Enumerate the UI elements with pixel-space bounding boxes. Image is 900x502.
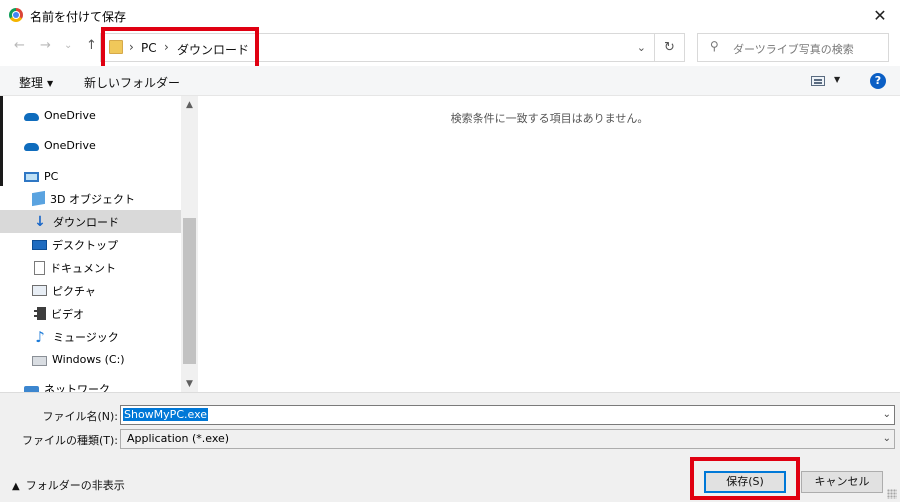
resize-grip[interactable] [887,489,897,499]
filetype-value: Application (*.exe) [127,432,230,445]
sidebar-item-network[interactable]: ネットワーク [0,377,181,392]
up-button[interactable]: ↑ [86,38,97,53]
pictures-icon [32,285,47,296]
organize-button[interactable]: 整理 ▼ [19,74,53,91]
sidebar-item-label: ミュージック [53,330,119,344]
sidebar-item-label: OneDrive [44,109,96,122]
pc-icon [24,171,39,182]
sidebar-item-label: 3D オブジェクト [50,192,135,206]
recent-locations-button[interactable]: ⌄ [64,40,72,51]
hide-folders-label: フォルダーの非表示 [25,479,125,492]
window-title: 名前を付けて保存 [30,10,127,24]
chevron-down-icon[interactable]: ⌄ [883,430,891,448]
sidebar-item-label: ダウンロード [53,215,119,229]
drive-icon [32,355,47,366]
title-bar: 名前を付けて保存 ✕ [0,0,900,30]
hide-folders-button[interactable]: ▲ フォルダーの非表示 [12,477,125,493]
navigation-bar: ← → ⌄ ↑ › PC › ダウンロード ⌄ ↻ ⚲ ダーツライブ写真の検索 [0,30,900,64]
save-button[interactable]: 保存(S) [704,471,786,493]
organize-label: 整理 [19,76,44,90]
forward-button[interactable]: → [40,38,51,53]
sidebar-item-windows-c[interactable]: Windows (C:) [0,348,181,371]
navigation-pane[interactable]: OneDrive OneDrive PC 3D オブジェクト ↓ ダウンロード … [0,96,198,392]
breadcrumb-downloads[interactable]: ダウンロード [177,41,249,58]
sidebar-item-pc[interactable]: PC [0,165,181,188]
back-button[interactable]: ← [14,38,25,53]
search-box[interactable]: ⚲ ダーツライブ写真の検索 [697,33,889,62]
close-button[interactable]: ✕ [860,0,900,30]
desktop-icon [32,239,47,250]
filename-input[interactable]: ShowMyPC.exe ⌄ [120,405,895,425]
scrollbar-thumb[interactable] [183,218,196,364]
sidebar-item-label: ビデオ [51,307,84,321]
filetype-label: ファイルの種類(T): [21,434,118,447]
3d-objects-icon [32,190,45,207]
sidebar-item-onedrive-2[interactable]: OneDrive [0,134,181,157]
file-list[interactable]: 検索条件に一致する項目はありません。 [199,96,900,392]
filename-label: ファイル名(N): [42,410,118,423]
document-icon [34,260,45,275]
caret-down-icon[interactable]: ▼ [834,75,840,84]
sidebar-item-label: PC [44,170,59,183]
scroll-up-icon[interactable]: ▲ [181,96,198,113]
command-toolbar: 整理 ▼ 新しいフォルダー ▼ ? [0,66,900,96]
address-bar[interactable]: › PC › ダウンロード ⌄ [100,33,655,62]
sidebar-item-label: ドキュメント [50,261,116,275]
chevron-up-icon: ▲ [12,481,20,492]
music-icon: ♪ [35,327,45,346]
sidebar-item-3d-objects[interactable]: 3D オブジェクト [0,187,181,210]
cloud-icon [24,113,39,121]
empty-message: 検索条件に一致する項目はありません。 [450,112,649,125]
sidebar-item-pictures[interactable]: ピクチャ [0,279,181,302]
sidebar-item-music[interactable]: ♪ ミュージック [0,325,181,348]
filetype-select[interactable]: Application (*.exe) ⌄ [120,429,895,449]
sidebar-item-label: デスクトップ [52,238,118,252]
sidebar-item-documents[interactable]: ドキュメント [0,256,181,279]
breadcrumb-pc[interactable]: PC [141,41,157,55]
search-icon: ⚲ [710,39,719,53]
refresh-button[interactable]: ↻ [655,33,685,62]
download-icon: ↓ [34,213,46,230]
sidebar-item-videos[interactable]: ビデオ [0,302,181,325]
chevron-right-icon: › [129,40,134,54]
sidebar-item-label: OneDrive [44,139,96,152]
caret-down-icon: ▼ [47,79,54,88]
filename-value: ShowMyPC.exe [123,408,209,421]
scroll-down-icon[interactable]: ▼ [181,375,198,392]
help-icon[interactable]: ? [870,73,886,89]
sidebar-item-onedrive[interactable]: OneDrive [0,104,181,127]
navigation-scrollbar[interactable]: ▲ ▼ [181,96,198,392]
sidebar-item-downloads[interactable]: ↓ ダウンロード [0,210,181,233]
chevron-down-icon[interactable]: ⌄ [637,41,646,54]
sidebar-item-label: ネットワーク [44,382,110,393]
view-options-icon[interactable] [811,76,825,86]
chrome-icon [9,8,23,22]
sidebar-item-desktop[interactable]: デスクトップ [0,233,181,256]
cloud-icon [24,143,39,151]
save-form: ファイル名(N): ShowMyPC.exe ⌄ ファイルの種類(T): App… [0,392,900,502]
sidebar-item-label: Windows (C:) [52,353,125,366]
search-placeholder: ダーツライブ写真の検索 [733,43,854,56]
background-window-edge [0,96,3,186]
sidebar-item-label: ピクチャ [52,284,96,298]
chevron-right-icon: › [164,40,169,54]
cancel-button[interactable]: キャンセル [801,471,883,493]
folder-icon [109,40,123,54]
chevron-down-icon[interactable]: ⌄ [883,406,891,424]
new-folder-button[interactable]: 新しいフォルダー [84,74,180,91]
video-icon [34,307,46,320]
